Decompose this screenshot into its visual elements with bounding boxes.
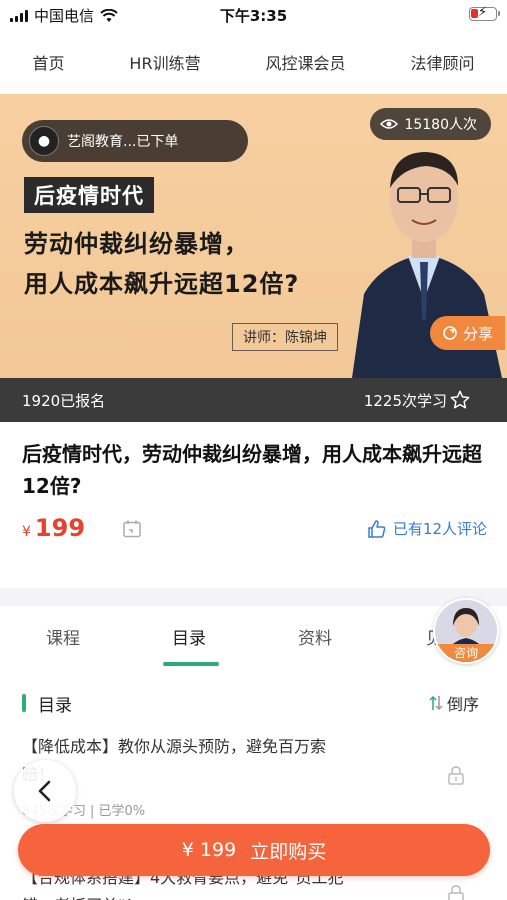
course-title: 后疫情时代，劳动仲裁纠纷暴增，用人成本飙升远超12倍? xyxy=(22,442,482,498)
share-label: 分享 xyxy=(462,324,493,343)
consult-button[interactable]: 咨询 xyxy=(433,598,499,664)
avatar: ● xyxy=(29,126,59,156)
tab-catalog[interactable]: 目录 xyxy=(172,624,206,649)
headline-line-1: 劳动仲裁纠纷暴增， xyxy=(24,230,249,258)
buy-label: 立即购买 xyxy=(250,840,327,863)
course-banner[interactable]: ● 艺阁教育...已下单 15180人次 后疫情时代 劳动仲裁纠纷暴增， 用人成… xyxy=(0,94,507,378)
enrolled-count: 1920已报名 xyxy=(22,391,106,410)
lock-icon xyxy=(448,766,464,785)
tab-materials[interactable]: 资料 xyxy=(298,624,332,649)
buy-price: ¥ 199 xyxy=(181,839,237,861)
back-button[interactable] xyxy=(14,760,76,822)
study-count: 1225次学习 xyxy=(363,391,447,410)
status-bar: 中国电信 下午3:35 ⚡ xyxy=(0,0,507,30)
nav-hr-camp[interactable]: HR训练营 xyxy=(119,50,210,74)
lesson-item[interactable]: 【降低成本】教你从源头预防，避免百万索 赔！ xyxy=(22,733,462,789)
order-notice-text: 艺阁教育...已下单 xyxy=(67,134,179,150)
sort-icon xyxy=(429,695,443,711)
lesson-title-line-2: 赔！ xyxy=(22,761,462,789)
clock: 下午3:35 xyxy=(219,7,288,25)
chevron-left-icon xyxy=(38,780,51,802)
nav-risk-member[interactable]: 风控课会员 xyxy=(256,50,356,74)
lesson-title-line-1: 【降低成本】教你从源头预防，避免百万索 xyxy=(22,737,327,756)
content-tabs: 课程 目录 资料 见 xyxy=(0,606,507,668)
catalog-header: 目录 倒序 xyxy=(22,690,487,716)
favorite-star-icon[interactable] xyxy=(449,389,471,411)
price-value: 199 xyxy=(34,514,86,542)
buy-now-button[interactable]: ¥ 199 立即购买 xyxy=(18,824,490,876)
sort-reverse-button[interactable]: 倒序 xyxy=(429,691,479,715)
calendar-icon xyxy=(123,520,141,538)
lock-icon xyxy=(448,885,464,900)
course-price: ¥199 xyxy=(22,514,85,542)
consult-label: 咨询 xyxy=(435,644,497,662)
sort-label: 倒序 xyxy=(446,695,479,714)
comments-count: 已有12人评论 xyxy=(392,520,487,538)
thumbs-up-icon xyxy=(368,519,386,538)
share-button[interactable]: 分享 xyxy=(429,316,505,350)
top-nav: 首页 HR训练营 风控课会员 法律顾问 xyxy=(0,44,507,80)
comments-link[interactable]: 已有12人评论 xyxy=(367,518,487,539)
section-accent-bar xyxy=(22,694,26,712)
banner-headline: 劳动仲裁纠纷暴增， 用人成本飙升远超12倍? xyxy=(24,224,299,304)
catalog-title: 目录 xyxy=(38,696,72,716)
battery-icon: ⚡ xyxy=(469,5,500,21)
active-tab-indicator xyxy=(163,662,219,666)
nav-legal-advisor[interactable]: 法律顾问 xyxy=(400,50,484,74)
share-icon xyxy=(443,326,457,340)
headline-line-2: 用人成本飙升远超12倍? xyxy=(24,270,300,298)
nav-home[interactable]: 首页 xyxy=(22,50,74,74)
tab-course[interactable]: 课程 xyxy=(46,624,80,649)
stats-bar: 1920已报名 1225次学习 xyxy=(0,378,507,422)
order-notice-badge: ● 艺阁教育...已下单 xyxy=(22,120,248,162)
section-divider xyxy=(0,588,507,606)
teacher-label: 讲师：陈锦坤 xyxy=(232,323,338,351)
banner-tag: 后疫情时代 xyxy=(24,177,154,213)
lesson-title-line-2: 错，老板买单"！ xyxy=(22,892,462,900)
price-symbol: ¥ xyxy=(22,524,31,540)
